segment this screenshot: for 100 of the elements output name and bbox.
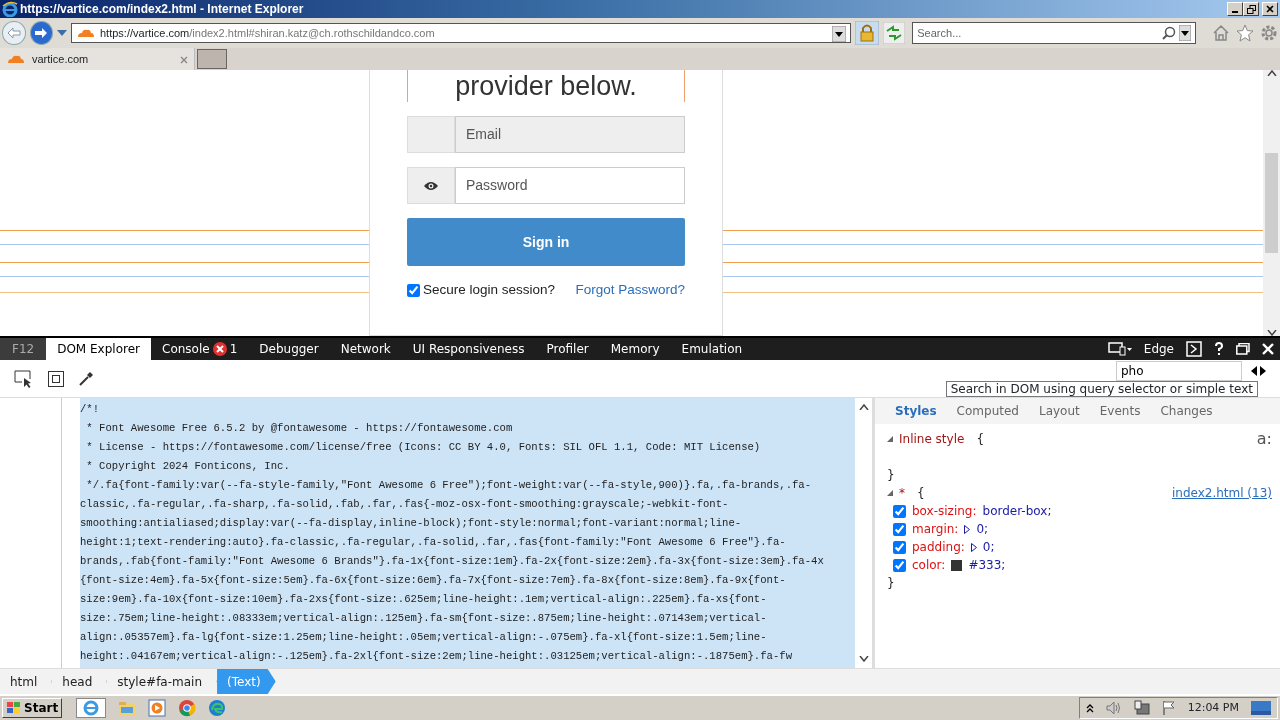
property-name: padding: — [912, 539, 965, 556]
box-model-icon[interactable] — [48, 370, 64, 387]
lock-icon[interactable] — [855, 21, 880, 45]
property-checkbox[interactable] — [893, 504, 906, 518]
expand-icon[interactable] — [970, 542, 977, 552]
devtools-tab[interactable]: Console 1 — [151, 338, 249, 360]
code-line: * Font Awesome Free 6.5.2 by @fontawesome - https://fontawesome.com — [85, 421, 514, 436]
code-line: /*! — [80, 402, 101, 417]
property-name: margin: — [912, 521, 959, 538]
start-button[interactable]: Start — [2, 698, 63, 718]
media-player-icon[interactable] — [148, 699, 167, 717]
window-title: https://vartice.com/index2.html - Internet Explorer — [20, 1, 304, 18]
open-brace: { — [917, 485, 925, 502]
settings-icon[interactable] — [1260, 24, 1278, 42]
tooltip: Search in DOM using query selector or simple text — [945, 381, 1258, 397]
dropdown-arrow-icon[interactable] — [57, 30, 67, 36]
dropdown-icon[interactable] — [832, 25, 847, 42]
dropdown-icon[interactable] — [1179, 25, 1191, 41]
document-mode[interactable]: Edge — [1143, 340, 1174, 358]
dom-search-field[interactable]: pho — [1116, 361, 1242, 381]
code-line: {font-size:4em}.fa-5x{font-size:5em}.fa-6x{font-size:6em}.fa-7x{font-size:7em}.fa-8x{font-size:8em}.fa-9x{font- — [80, 573, 787, 588]
show-hidden-icon[interactable] — [1085, 703, 1094, 713]
search-field[interactable]: Search... — [912, 22, 1196, 44]
forward-button[interactable] — [29, 21, 53, 45]
property-name: color: — [912, 557, 946, 574]
forgot-password-link[interactable]: Forgot Password? — [575, 280, 685, 301]
network-icon[interactable] — [1133, 700, 1150, 716]
home-icon[interactable] — [1212, 24, 1230, 42]
property-value: border-box; — [982, 503, 1052, 520]
address-bar[interactable]: https://vartice.com/index2.html#shiran.katz@ch.rothschildandco.com — [71, 23, 852, 43]
code-line: height:.04167em;vertical-align:-.125em}.fa-2xl{font-size:2em;line-height:.03125em;vertical-align:-.1875em}.fa-fw — [80, 649, 794, 664]
help-icon[interactable] — [1214, 342, 1224, 356]
console-icon[interactable] — [1186, 341, 1202, 357]
styles-tab[interactable]: Events — [1089, 402, 1151, 420]
flag-icon[interactable] — [1161, 700, 1176, 716]
browser-tab[interactable]: vartice.com — [0, 48, 195, 70]
close-icon[interactable] — [1262, 343, 1274, 355]
property-value: 0; — [976, 521, 989, 538]
property-checkbox[interactable] — [893, 558, 906, 572]
select-element-icon[interactable] — [14, 369, 34, 388]
ie-taskbar-icon[interactable] — [76, 698, 107, 718]
address-text: https://vartice.com/index2.html#shiran.katz@ch.rothschildandco.com — [100, 25, 435, 41]
next-icon[interactable] — [1260, 366, 1266, 376]
show-desktop-icon[interactable] — [1251, 700, 1271, 716]
devtools-tab[interactable]: Profiler — [535, 338, 600, 360]
eye-icon[interactable] — [423, 179, 439, 192]
collapse-icon[interactable] — [887, 436, 893, 442]
expand-icon[interactable] — [964, 524, 971, 534]
password-field[interactable]: Password — [455, 167, 685, 205]
scrollbar[interactable] — [1263, 70, 1280, 336]
scroll-up-icon[interactable] — [858, 404, 869, 410]
device-icon[interactable] — [1107, 342, 1132, 356]
close-tab-icon[interactable] — [180, 55, 188, 64]
color-swatch[interactable] — [951, 559, 963, 571]
email-field[interactable]: Email — [455, 116, 685, 154]
restore-button[interactable] — [1243, 2, 1259, 16]
scroll-down-icon[interactable] — [1266, 330, 1277, 336]
previous-icon[interactable] — [1251, 366, 1257, 376]
styles-tab[interactable]: Styles — [885, 402, 947, 420]
code-line: * Copyright 2024 Fonticons, Inc. — [85, 459, 291, 474]
code-line: */.fa{font-family:var(--fa-style-family,"Font Awesome 6 Free");font-weight:var(--fa-style,900)}.fa,.fa-brands,.fa- — [85, 478, 813, 493]
devtools-tab[interactable]: DOM Explorer — [46, 338, 151, 360]
devtools-tab[interactable]: Emulation — [670, 338, 754, 360]
property-checkbox[interactable] — [893, 522, 906, 536]
secure-session-checkbox[interactable] — [407, 284, 420, 297]
collapse-icon[interactable] — [887, 490, 893, 496]
scroll-up-icon[interactable] — [1266, 70, 1277, 76]
eyedropper-icon[interactable] — [78, 370, 94, 387]
styles-tab[interactable]: Changes — [1150, 402, 1223, 420]
search-icon[interactable] — [1162, 26, 1176, 40]
scroll-down-icon[interactable] — [858, 656, 869, 662]
styles-tab[interactable]: Computed — [946, 402, 1029, 420]
restore-icon — [1246, 4, 1256, 14]
close-brace: } — [887, 575, 896, 592]
property-checkbox[interactable] — [893, 540, 906, 554]
sign-in-button[interactable]: Sign in — [407, 218, 685, 267]
font-toggle[interactable]: a: — [1256, 427, 1272, 451]
rule-selector: Inline style — [899, 431, 965, 448]
input-addon — [407, 116, 455, 154]
forward-arrow-icon — [34, 27, 49, 39]
minimize-button[interactable] — [1227, 2, 1243, 16]
devtools-tab[interactable]: Memory — [599, 338, 671, 360]
rule-source-link[interactable]: index2.html (13) — [1171, 484, 1272, 502]
search-placeholder: Search... — [917, 25, 962, 41]
back-arrow-icon — [6, 27, 21, 39]
devtools-tab[interactable]: UI Responsiveness — [401, 338, 536, 360]
undock-icon[interactable] — [1236, 343, 1250, 355]
volume-icon[interactable] — [1105, 701, 1122, 715]
devtools-tab[interactable]: Debugger — [248, 338, 330, 360]
refresh-icon[interactable] — [883, 22, 906, 44]
styles-tab[interactable]: Layout — [1028, 402, 1090, 420]
star-icon[interactable] — [1236, 24, 1254, 42]
close-button[interactable] — [1262, 2, 1278, 16]
chrome-icon[interactable] — [178, 699, 197, 717]
devtools-tab[interactable]: Network — [329, 338, 402, 360]
code-line: size:.75em;line-height:.08333em;vertical-align:.125em}.fa-sm{font-size:.875em;line-height:.07143em;vertical- — [80, 611, 768, 626]
new-tab-button[interactable] — [197, 49, 227, 69]
code-line: classic,.fa-regular,.fa-sharp,.fa-solid,.fab,.far,.fas{-moz-osx-font-smoothing:grayscale;-webkit-font- — [80, 497, 730, 512]
edge-icon[interactable] — [208, 699, 227, 717]
clock: 12:04 PM — [1187, 699, 1239, 716]
